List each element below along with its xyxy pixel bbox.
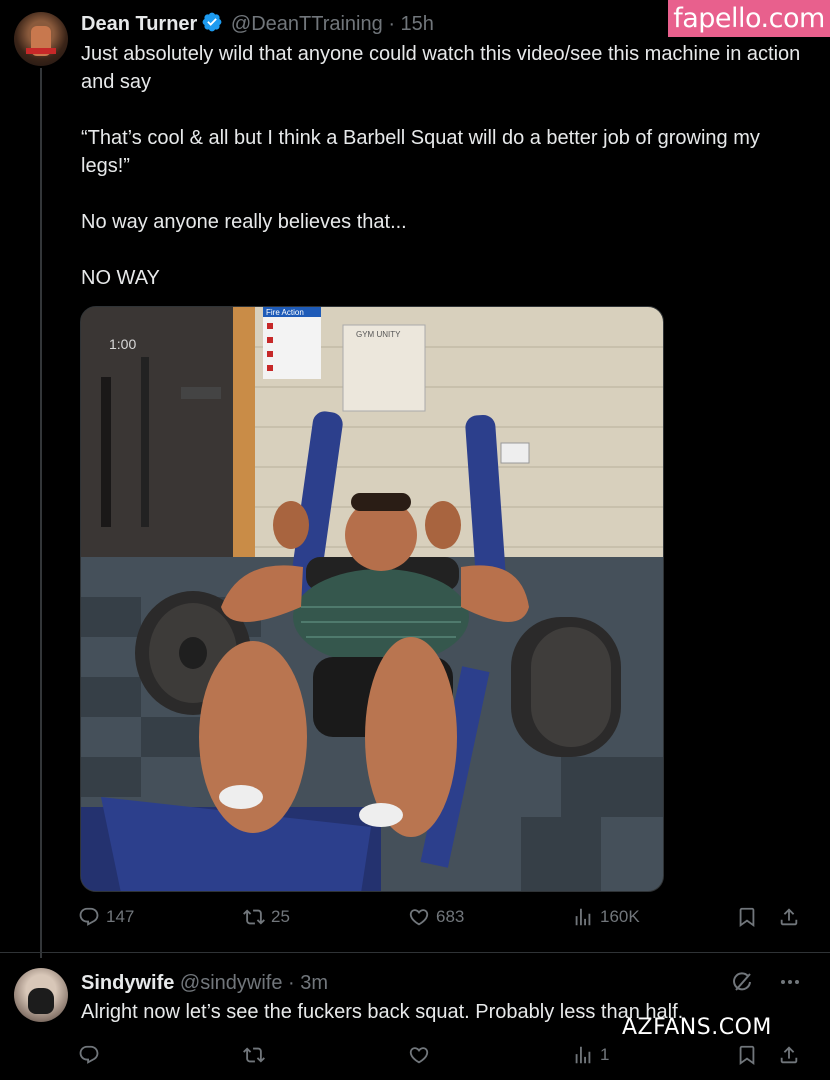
reply-share-button[interactable]	[778, 1044, 800, 1066]
reply-icon	[79, 1045, 99, 1064]
reply-reply-button[interactable]	[78, 1044, 100, 1066]
post-paragraph: Just absolutely wild that anyone could w…	[81, 43, 801, 93]
repost-button[interactable]: 25	[243, 906, 290, 928]
post-time[interactable]: 15h	[401, 13, 434, 35]
reply-author-handle[interactable]: @sindywife	[180, 972, 283, 994]
repost-icon	[243, 909, 265, 925]
views-count: 160K	[600, 907, 640, 926]
author-avatar[interactable]	[14, 12, 68, 66]
reply-button[interactable]: 147	[78, 906, 134, 928]
reply-count: 147	[106, 907, 135, 926]
share-button[interactable]	[778, 906, 800, 928]
like-button[interactable]: 683	[408, 906, 464, 928]
reply-author-avatar[interactable]	[14, 968, 68, 1022]
reply-body: Alright now let’s see the fuckers back s…	[81, 1001, 684, 1023]
reply-views-count: 1	[600, 1045, 610, 1064]
views-icon	[575, 1046, 591, 1064]
reply-repost-button[interactable]	[243, 1044, 265, 1066]
views-icon	[575, 908, 591, 926]
reply-time[interactable]: 3m	[300, 972, 328, 994]
like-icon	[409, 1047, 429, 1064]
like-icon	[409, 909, 429, 926]
reply-like-button[interactable]	[408, 1044, 430, 1066]
reply-views-button[interactable]: 1	[572, 1044, 609, 1066]
post-body: Just absolutely wild that anyone could w…	[81, 40, 811, 292]
views-button[interactable]: 160K	[572, 906, 640, 928]
watermark-fapello: fapello.com	[668, 0, 830, 37]
video-player[interactable]: Fire Action GYM UNITY 1:00	[80, 306, 664, 892]
author-handle[interactable]: @DeanTTraining	[231, 13, 383, 35]
fire-action-sign: Fire Action	[266, 308, 304, 317]
reply-author-name[interactable]: Sindywife	[81, 972, 174, 994]
post-action-bar: 147 25 683 160K	[78, 906, 808, 936]
video-frame: Fire Action GYM UNITY 1:00	[81, 307, 663, 891]
post-header: Dean Turner @DeanTTraining · 15h	[81, 11, 434, 40]
post-paragraph: NO WAY	[81, 267, 160, 289]
like-count: 683	[436, 907, 465, 926]
separator-dot: ·	[288, 972, 295, 994]
watermark-azfans: AZFANS.COM	[622, 1015, 772, 1040]
thread-line	[40, 68, 42, 958]
grok-icon[interactable]	[730, 970, 754, 994]
reply-action-bar: 1	[78, 1044, 808, 1074]
reply-bookmark-button[interactable]	[736, 1044, 758, 1066]
bookmark-icon	[739, 907, 755, 928]
more-icon[interactable]	[778, 970, 802, 994]
bookmark-button[interactable]	[736, 906, 758, 928]
verified-badge-icon	[201, 11, 223, 40]
author-name[interactable]: Dean Turner	[81, 13, 197, 35]
reply-header: Sindywife @sindywife · 3m	[81, 970, 328, 996]
post-paragraph: “That’s cool & all but I think a Barbell…	[81, 127, 760, 177]
separator-dot: ·	[388, 13, 395, 35]
share-icon	[780, 1046, 798, 1064]
tweet-divider	[0, 952, 830, 953]
repost-icon	[243, 1047, 265, 1063]
share-icon	[780, 908, 798, 926]
gym-notice: GYM UNITY	[356, 330, 401, 339]
weight-plates-right	[511, 617, 621, 757]
reply-icon	[79, 907, 99, 926]
video-timestamp: 1:00	[109, 336, 136, 352]
repost-count: 25	[271, 907, 290, 926]
post-paragraph: No way anyone really believes that...	[81, 211, 407, 233]
bookmark-icon	[739, 1045, 755, 1066]
reply-top-icons	[730, 970, 802, 994]
